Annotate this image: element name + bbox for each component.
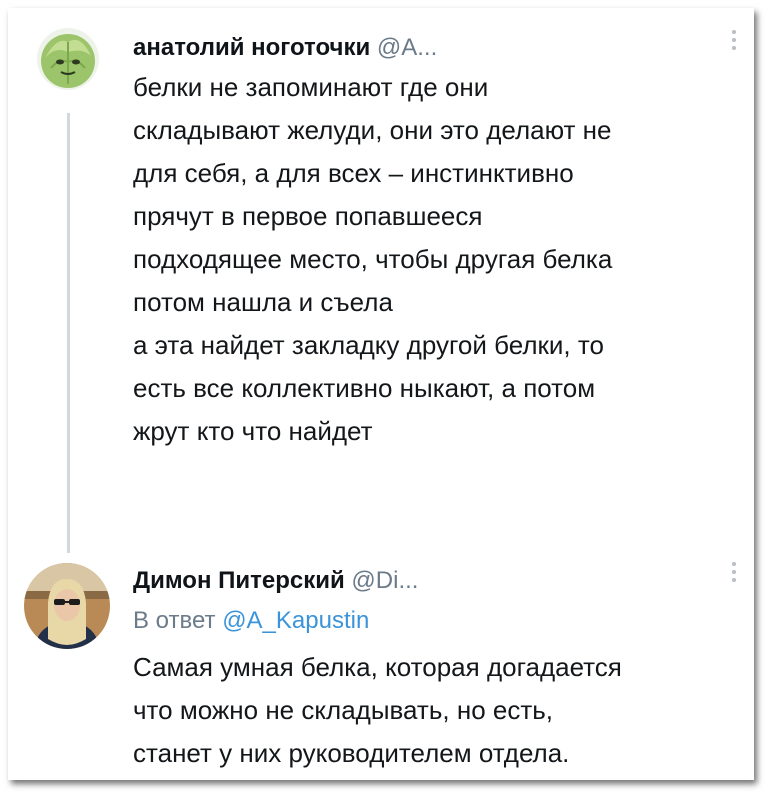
tweet-original[interactable]: анатолий ноготочки @A... белки не запоми… <box>8 8 754 528</box>
more-options-icon[interactable] <box>731 30 737 52</box>
replying-to-label: В ответ <box>133 607 216 634</box>
replying-to-line: В ответ @A_Kapustin <box>133 606 369 636</box>
more-options-icon[interactable] <box>731 562 737 584</box>
author-handle[interactable]: @Di... <box>351 567 418 594</box>
author-name[interactable]: анатолий ноготочки <box>133 34 370 61</box>
tweet-author-line: анатолий ноготочки @A... <box>133 33 437 63</box>
author-name[interactable]: Димон Питерский <box>133 567 345 594</box>
author-handle[interactable]: @A... <box>377 34 437 61</box>
tweet-thread-card: анатолий ноготочки @A... белки не запоми… <box>8 8 754 780</box>
replying-to-handle[interactable]: @A_Kapustin <box>222 607 369 634</box>
cabbage-avatar-icon[interactable] <box>37 28 99 90</box>
tweet-text: Самая умная белка, которая догадается чт… <box>133 652 622 768</box>
man-sunglasses-avatar-icon[interactable] <box>24 563 110 649</box>
tweet-reply[interactable]: Димон Питерский @Di... В ответ @A_Kapust… <box>8 528 754 780</box>
tweet-text: белки не запоминают где они складывают ж… <box>133 72 613 446</box>
reply-author-line: Димон Питерский @Di... <box>133 566 418 596</box>
